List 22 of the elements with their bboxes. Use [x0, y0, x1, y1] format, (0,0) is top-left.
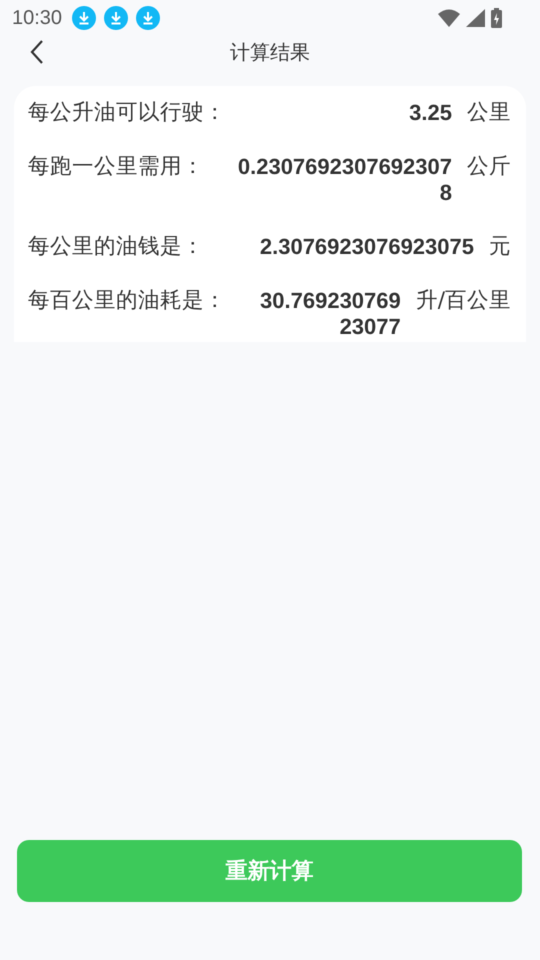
wifi-icon: [438, 9, 460, 27]
signal-icon: [466, 9, 485, 27]
result-label: 每公里的油钱是：: [28, 234, 204, 260]
download-icon: [104, 6, 128, 30]
battery-icon: [491, 8, 502, 28]
clock: 10:30: [12, 6, 62, 30]
result-unit: 公斤: [467, 154, 511, 180]
download-icon: [72, 6, 96, 30]
result-value: 2.3076923076923075: [258, 234, 474, 260]
result-unit: 公里: [467, 100, 511, 126]
back-icon[interactable]: [29, 39, 45, 65]
result-unit: 升/百公里: [416, 288, 511, 314]
result-unit: 元: [489, 234, 511, 260]
result-label: 每百公里的油耗是：: [28, 288, 226, 314]
result-label: 每跑一公里需用：: [28, 154, 204, 180]
recalculate-button[interactable]: 重新计算: [17, 840, 522, 902]
download-icon: [136, 6, 160, 30]
page-title: 计算结果: [230, 38, 310, 66]
result-value: 3.25: [408, 100, 452, 126]
result-value: 0.23076923076923078: [236, 154, 452, 206]
result-value: 30.76923076923077: [259, 288, 401, 340]
result-label: 每公升油可以行驶：: [28, 100, 226, 126]
